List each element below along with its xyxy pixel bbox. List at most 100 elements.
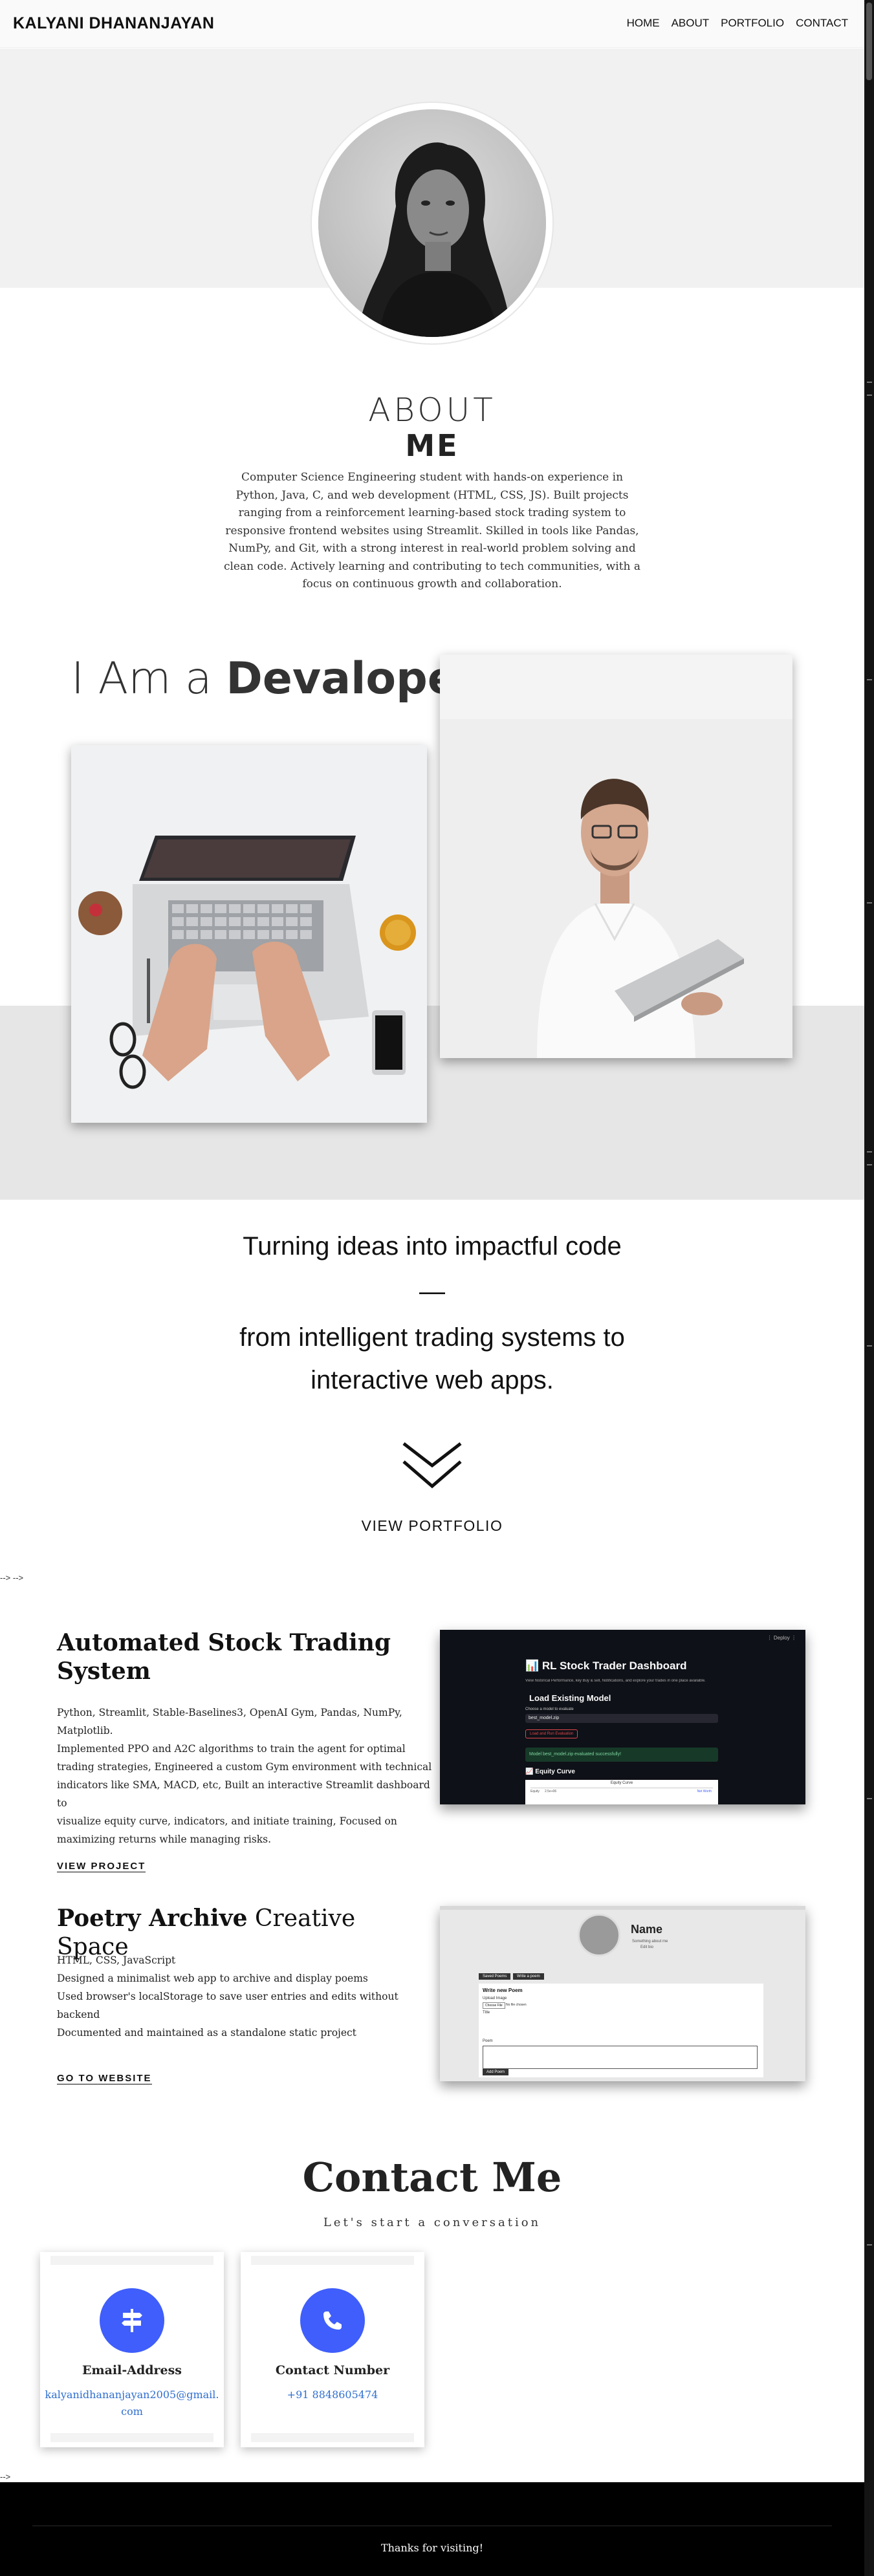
nav-home-link[interactable]: HOME	[627, 17, 660, 30]
add-poem-button[interactable]: Add Poem	[483, 2069, 509, 2075]
developer-heading: I Am a Devaloper	[71, 653, 479, 704]
card-bottom-strip	[50, 2433, 213, 2442]
profile-avatar	[318, 109, 546, 337]
project-desc-line: Python, Streamlit, Stable-Baselines3, Op…	[57, 1707, 402, 1718]
write-poem-tab[interactable]: Write a poem	[513, 1973, 544, 1980]
project-desc-line: trading strategies, Engineered a custom …	[57, 1761, 432, 1773]
developer-man-photo	[440, 655, 792, 1058]
email-link[interactable]: kalyanidhananjayan2005@gmail. com	[40, 2387, 224, 2420]
project-desc-line: indicators like SMA, MACD, etc, Built an…	[57, 1779, 430, 1809]
footer-text: Thanks for visiting!	[380, 2542, 484, 2554]
card-bottom-strip	[251, 2433, 414, 2442]
contact-subtitle: Let's start a conversation	[323, 2216, 541, 2229]
scrollbar-marker	[867, 1345, 872, 1347]
developer-heading-light: I Am a	[71, 653, 226, 704]
scrollbar-marker	[867, 679, 872, 680]
project-desc-line: backend	[57, 2009, 100, 2020]
stray-comment-text: -->	[0, 2472, 11, 2482]
equity-chart-panel: Equity Curve Equity 2.5e+06 Net Worth	[525, 1780, 718, 1804]
poet-avatar	[578, 1914, 620, 1956]
project-desc-line: visualize equity curve, indicators, and …	[57, 1815, 397, 1827]
project-desc-line: Used browser's localStorage to save user…	[57, 1991, 399, 2002]
stock-dashboard-screenshot: ⋮ Deploy ⋮ 📊 RL Stock Trader Dashboard V…	[440, 1630, 805, 1804]
project-description: Python, Streamlit, Stable-Baselines3, Op…	[57, 1704, 432, 1848]
project-desc-line: maximizing returns while managing risks.	[57, 1834, 272, 1845]
tagline-dash: —	[419, 1277, 445, 1306]
file-status: No file chosen	[506, 2003, 527, 2007]
email-link-line1[interactable]: kalyanidhananjayan2005@gmail.	[40, 2387, 224, 2403]
phone-label: Contact Number	[275, 2363, 390, 2377]
poetry-archive-screenshot: Name Something about me Edit bio Saved P…	[440, 1906, 805, 2081]
brand-logo[interactable]: KALYANI DHANANJAYAN	[13, 14, 214, 33]
project-desc-line: Documented and maintained as a standalon…	[57, 2027, 356, 2039]
equity-chart-legend: Net Worth	[697, 1790, 712, 1793]
email-link-line2[interactable]: com	[40, 2403, 224, 2420]
page-scrollbar[interactable]	[864, 0, 874, 2576]
nav-contact-link[interactable]: CONTACT	[796, 17, 848, 30]
nav-portfolio-link[interactable]: PORTFOLIO	[721, 17, 784, 30]
scrollbar-thumb[interactable]	[866, 3, 872, 80]
view-portfolio-link[interactable]: VIEW PORTFOLIO	[0, 1517, 864, 1535]
choose-file-button[interactable]: Choose File	[483, 2002, 505, 2009]
signpost-icon	[100, 2288, 164, 2353]
card-top-strip	[50, 2256, 213, 2265]
contact-card-email: Email-Address kalyanidhananjayan2005@gma…	[40, 2252, 224, 2447]
footer	[0, 2482, 864, 2576]
dashboard-title: 📊 RL Stock Trader Dashboard	[525, 1660, 687, 1672]
screenshot-topbar	[440, 1906, 805, 1910]
phone-link[interactable]: +91 8848605474	[241, 2387, 424, 2403]
contact-title: Contact Me	[302, 2154, 562, 2201]
project-title-line1: Automated Stock Trading	[57, 1629, 391, 1656]
tagline-line1: Turning ideas into impactful code	[243, 1232, 622, 1261]
contact-card-phone: Contact Number +91 8848605474	[241, 2252, 424, 2447]
dashboard-subtitle: View historical Performance, key Buy & s…	[525, 1679, 706, 1683]
dashboard-field-label: Choose a model to evaluate	[525, 1707, 574, 1711]
scrollbar-marker	[867, 1798, 872, 1799]
project-title: Automated Stock Trading System	[57, 1629, 393, 1685]
project-desc-line: HTML, CSS, JavaScript	[57, 1954, 176, 1966]
view-project-link[interactable]: VIEW PROJECT	[57, 1861, 146, 1872]
scrollbar-marker	[867, 395, 872, 396]
equity-chart-tick: 2.5e+06	[545, 1790, 557, 1793]
saved-poems-tab[interactable]: Saved Poems	[479, 1973, 511, 1980]
stray-comment-text: --> -->	[0, 1573, 24, 1583]
success-alert: Model best_model.zip evaluated successfu…	[525, 1748, 718, 1762]
project-title-bold: Poetry Archive	[57, 1905, 248, 1932]
scrollbar-marker	[867, 2244, 872, 2246]
laptop-desk-photo	[71, 745, 427, 1123]
tagline-line2: from intelligent trading systems to	[239, 1323, 625, 1352]
chevron-down-icon[interactable]	[400, 1440, 464, 1491]
nav-about-link[interactable]: ABOUT	[672, 17, 710, 30]
about-title-bold: ME	[405, 428, 459, 463]
nav-links: HOME ABOUT PORTFOLIO CONTACT	[627, 17, 848, 30]
dashboard-deploy-menu: ⋮ Deploy ⋮	[767, 1635, 796, 1641]
about-title-light: ABOUT	[368, 391, 496, 429]
scrollbar-marker	[867, 1151, 872, 1153]
equity-chart-axis-label: Equity	[530, 1790, 540, 1793]
poem-form-panel: Write new Poem Upload Image Choose File …	[479, 1984, 763, 2077]
equity-curve-heading: 📈 Equity Curve	[525, 1768, 575, 1775]
scrollbar-marker	[867, 382, 872, 383]
go-to-website-link[interactable]: GO TO WEBSITE	[57, 2073, 152, 2084]
project-desc-line: Implemented PPO and A2C algorithms to tr…	[57, 1743, 406, 1755]
tagline-line3: interactive web apps.	[311, 1366, 554, 1394]
equity-chart-title: Equity Curve	[610, 1781, 633, 1785]
email-label: Email-Address	[82, 2363, 182, 2377]
phone-icon	[300, 2288, 365, 2353]
poem-textarea[interactable]	[483, 2046, 758, 2069]
scrollbar-marker	[867, 902, 872, 904]
model-select[interactable]: best_model.zip	[525, 1714, 718, 1723]
project-desc-line: Matplotlib.	[57, 1725, 113, 1737]
evaluation-button[interactable]: Load and Run Evaluation	[525, 1729, 578, 1738]
project-description: HTML, CSS, JavaScript Designed a minimal…	[57, 1951, 432, 2042]
upload-label: Upload Image	[483, 1997, 507, 2000]
project-title-line2: System	[57, 1658, 151, 1685]
poem-label: Poem	[483, 2039, 493, 2043]
project-desc-line: Designed a minimalist web app to archive…	[57, 1973, 368, 1984]
card-top-strip	[251, 2256, 414, 2265]
form-title: Write new Poem	[483, 1987, 523, 1993]
about-paragraph: Computer Science Engineering student wit…	[223, 471, 641, 590]
title-label: Title	[483, 2011, 490, 2015]
poet-bio-edit[interactable]: Edit bio	[640, 1945, 653, 1949]
scrollbar-marker	[867, 1164, 872, 1165]
